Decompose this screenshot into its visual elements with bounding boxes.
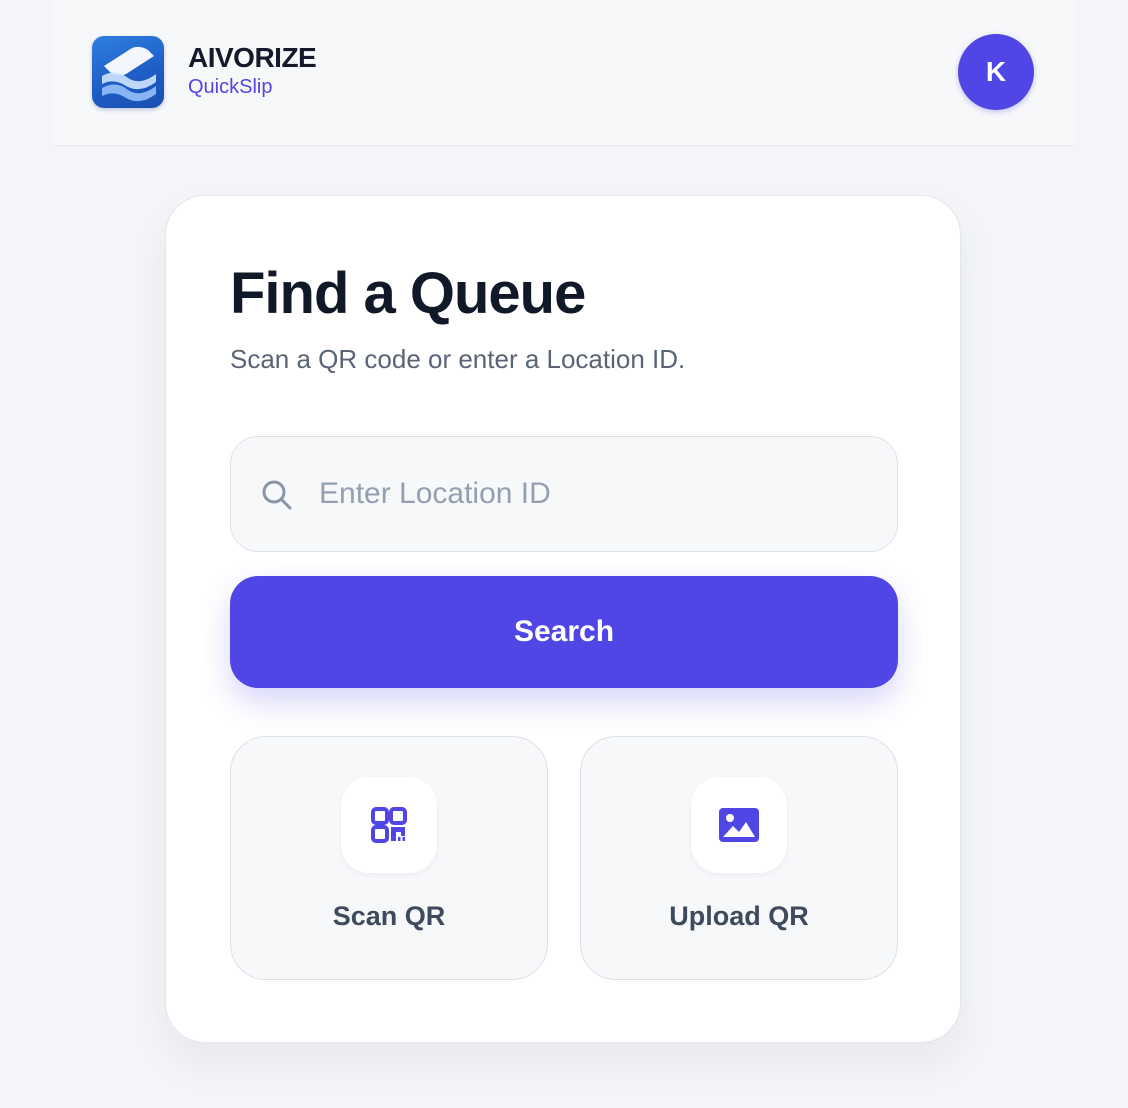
upload-qr-icon-box — [691, 777, 787, 873]
avatar-initial: K — [985, 56, 1007, 87]
upload-qr-button[interactable]: Upload QR — [580, 736, 898, 980]
qr-code-icon — [371, 807, 407, 843]
app-logo[interactable] — [92, 36, 164, 108]
upload-qr-label: Upload QR — [669, 901, 809, 931]
brand-title: AIVORIZE — [188, 42, 317, 73]
brand-subtitle: QuickSlip — [188, 76, 273, 98]
scan-qr-label: Scan QR — [332, 901, 446, 931]
search-icon — [262, 480, 292, 510]
user-avatar[interactable]: K — [958, 34, 1034, 110]
page-subtitle: Scan a QR code or enter a Location ID. — [230, 344, 686, 374]
scan-qr-button[interactable]: Scan QR — [230, 736, 548, 980]
app-header: AIVORIZE QuickSlip K — [52, 0, 1076, 146]
image-icon — [719, 808, 759, 842]
find-queue-card: Find a Queue Scan a QR code or enter a L… — [165, 195, 961, 1043]
location-search-field[interactable] — [230, 436, 898, 552]
search-button[interactable]: Search — [230, 576, 898, 688]
scan-qr-icon-box — [341, 777, 437, 873]
layers-icon — [102, 46, 156, 102]
page-title: Find a Queue — [230, 261, 586, 326]
location-id-input[interactable] — [319, 437, 879, 550]
